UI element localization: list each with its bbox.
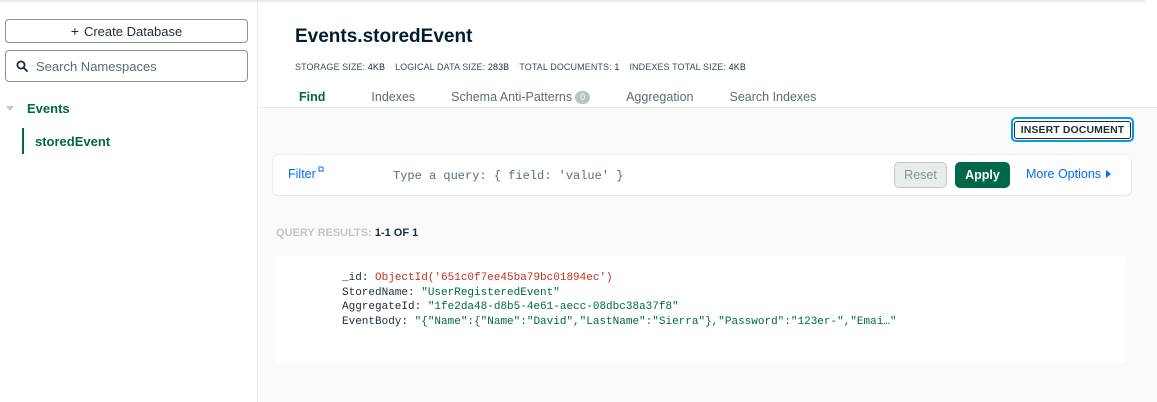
external-link-icon: ⧉ — [317, 164, 325, 174]
search-namespaces-input[interactable] — [36, 58, 226, 74]
field-value: ObjectId('651c0f7ee45ba79bc01894ec') — [375, 272, 613, 284]
tab-schema-anti-patterns[interactable]: Schema Anti-Patterns 0 — [441, 87, 600, 107]
query-results-count: 1-1 OF 1 — [374, 227, 419, 239]
stat-indexes-total-size: INDEXES TOTAL SIZE: 4KB — [629, 62, 746, 72]
create-database-button[interactable]: + Create Database — [5, 19, 248, 43]
field-key: _id — [342, 272, 362, 284]
insert-document-button[interactable]: INSERT DOCUMENT — [1011, 117, 1134, 142]
field-value: "1fe2da48-d8b5-4e61-aecc-08dbc38a37f8" — [427, 301, 679, 313]
document-fields: _id: ObjectId('651c0f7ee45ba79bc01894ec'… — [342, 271, 897, 329]
tab-find[interactable]: Find — [289, 87, 335, 107]
search-namespaces-field[interactable] — [5, 50, 248, 82]
caret-right-icon — [1106, 170, 1112, 178]
collection-name: storedEvent — [35, 133, 111, 149]
sidebar: + Create Database Events storedEvent — [0, 2, 258, 402]
query-results-label: QUERY RESULTS: — [276, 227, 372, 239]
document-field: EventBody: "{"Name":{"Name":"David","Las… — [342, 315, 897, 328]
field-value: "{"Name":{"Name":"David","LastName":"Sie… — [414, 315, 897, 328]
stat-storage-size: STORAGE SIZE: 4KB — [295, 62, 386, 72]
collection-header: Events.storedEvent STORAGE SIZE: 4KB LOG… — [259, 2, 1157, 107]
document-field: _id: ObjectId('651c0f7ee45ba79bc01894ec'… — [342, 272, 613, 284]
tab-aggregation[interactable]: Aggregation — [616, 87, 703, 107]
tab-search-indexes[interactable]: Search Indexes — [720, 87, 827, 107]
stat-logical-data-size: LOGICAL DATA SIZE: 283B — [395, 62, 510, 72]
query-results-summary: QUERY RESULTS: 1-1 OF 1 — [276, 227, 418, 239]
caret-down-icon[interactable] — [6, 105, 14, 111]
field-value: "UserRegisteredEvent" — [421, 286, 560, 299]
document-field: AggregateId: "1fe2da48-d8b5-4e61-aecc-08… — [342, 301, 679, 313]
create-database-label: Create Database — [83, 23, 183, 39]
tab-schema-anti-patterns-label: Schema Anti-Patterns — [451, 90, 573, 104]
page-title: Events.storedEvent — [295, 26, 473, 47]
active-indicator — [22, 128, 24, 154]
main-panel: Events.storedEvent STORAGE SIZE: 4KB LOG… — [259, 2, 1157, 402]
plus-icon: + — [70, 23, 79, 39]
document-card[interactable]: _id: ObjectId('651c0f7ee45ba79bc01894ec'… — [276, 256, 1127, 362]
tab-indexes[interactable]: Indexes — [361, 87, 425, 107]
stat-total-documents: TOTAL DOCUMENTS: 1 — [519, 62, 620, 72]
query-bar: Filter ⧉ Reset Apply More Options — [272, 154, 1132, 196]
count-badge: 0 — [575, 90, 591, 104]
document-field: StoredName: "UserRegisteredEvent" — [342, 286, 560, 299]
filter-label: Filter — [288, 167, 316, 181]
reset-button[interactable]: Reset — [894, 162, 947, 188]
filter-link[interactable]: Filter ⧉ — [288, 164, 325, 181]
database-name: Events — [27, 100, 70, 116]
insert-document-label: INSERT DOCUMENT — [1013, 120, 1132, 139]
field-key: EventBody — [342, 315, 402, 328]
documents-view: INSERT DOCUMENT Filter ⧉ Reset Apply Mor… — [259, 107, 1157, 402]
collection-tabs: Find Indexes Schema Anti-Patterns 0 Aggr… — [289, 87, 842, 107]
collection-stats: STORAGE SIZE: 4KB LOGICAL DATA SIZE: 283… — [295, 62, 746, 72]
sidebar-collection-storedevent[interactable]: storedEvent — [22, 128, 252, 154]
more-options-button[interactable]: More Options — [1026, 167, 1112, 181]
field-key: StoredName — [342, 286, 409, 299]
sidebar-database-events[interactable]: Events — [0, 98, 257, 118]
apply-button[interactable]: Apply — [955, 162, 1010, 188]
field-key: AggregateId — [342, 301, 415, 313]
search-icon — [16, 60, 28, 72]
query-input[interactable] — [393, 165, 883, 187]
more-options-label: More Options — [1026, 167, 1102, 181]
